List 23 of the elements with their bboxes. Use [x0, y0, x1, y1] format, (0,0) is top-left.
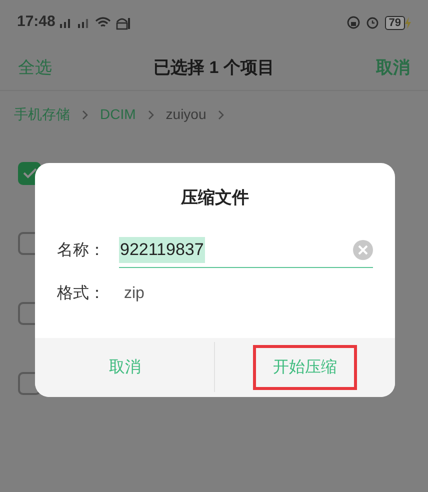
breadcrumb-item[interactable]: 手机存储 — [14, 104, 70, 125]
checkmark-icon — [22, 168, 36, 178]
alarm-icon — [366, 16, 379, 29]
field-label: 格式： — [57, 284, 106, 304]
chevron-right-icon — [82, 110, 88, 120]
name-input-field[interactable]: 922119837 — [119, 233, 373, 268]
chevron-right-icon — [218, 110, 224, 120]
hd-icon — [115, 16, 132, 30]
format-value: zip — [124, 284, 144, 304]
start-compress-button[interactable]: 开始压缩 — [253, 345, 357, 390]
status-time: 17:48 — [17, 12, 56, 32]
lock-icon — [346, 16, 360, 29]
cancel-button[interactable]: 取消 — [99, 345, 151, 390]
dialog-title: 压缩文件 — [181, 187, 249, 210]
wifi-icon — [95, 16, 112, 29]
select-all-button[interactable]: 全选 — [18, 54, 52, 80]
chevron-right-icon — [148, 110, 154, 120]
battery-level: 79 — [384, 16, 405, 30]
header-title: 已选择 1 个项目 — [154, 56, 274, 79]
breadcrumb-item[interactable]: DCIM — [100, 104, 136, 125]
field-label: 名称： — [57, 240, 106, 260]
cancel-button[interactable]: 取消 — [376, 54, 410, 80]
breadcrumb-item[interactable]: zuiyou — [166, 104, 206, 125]
